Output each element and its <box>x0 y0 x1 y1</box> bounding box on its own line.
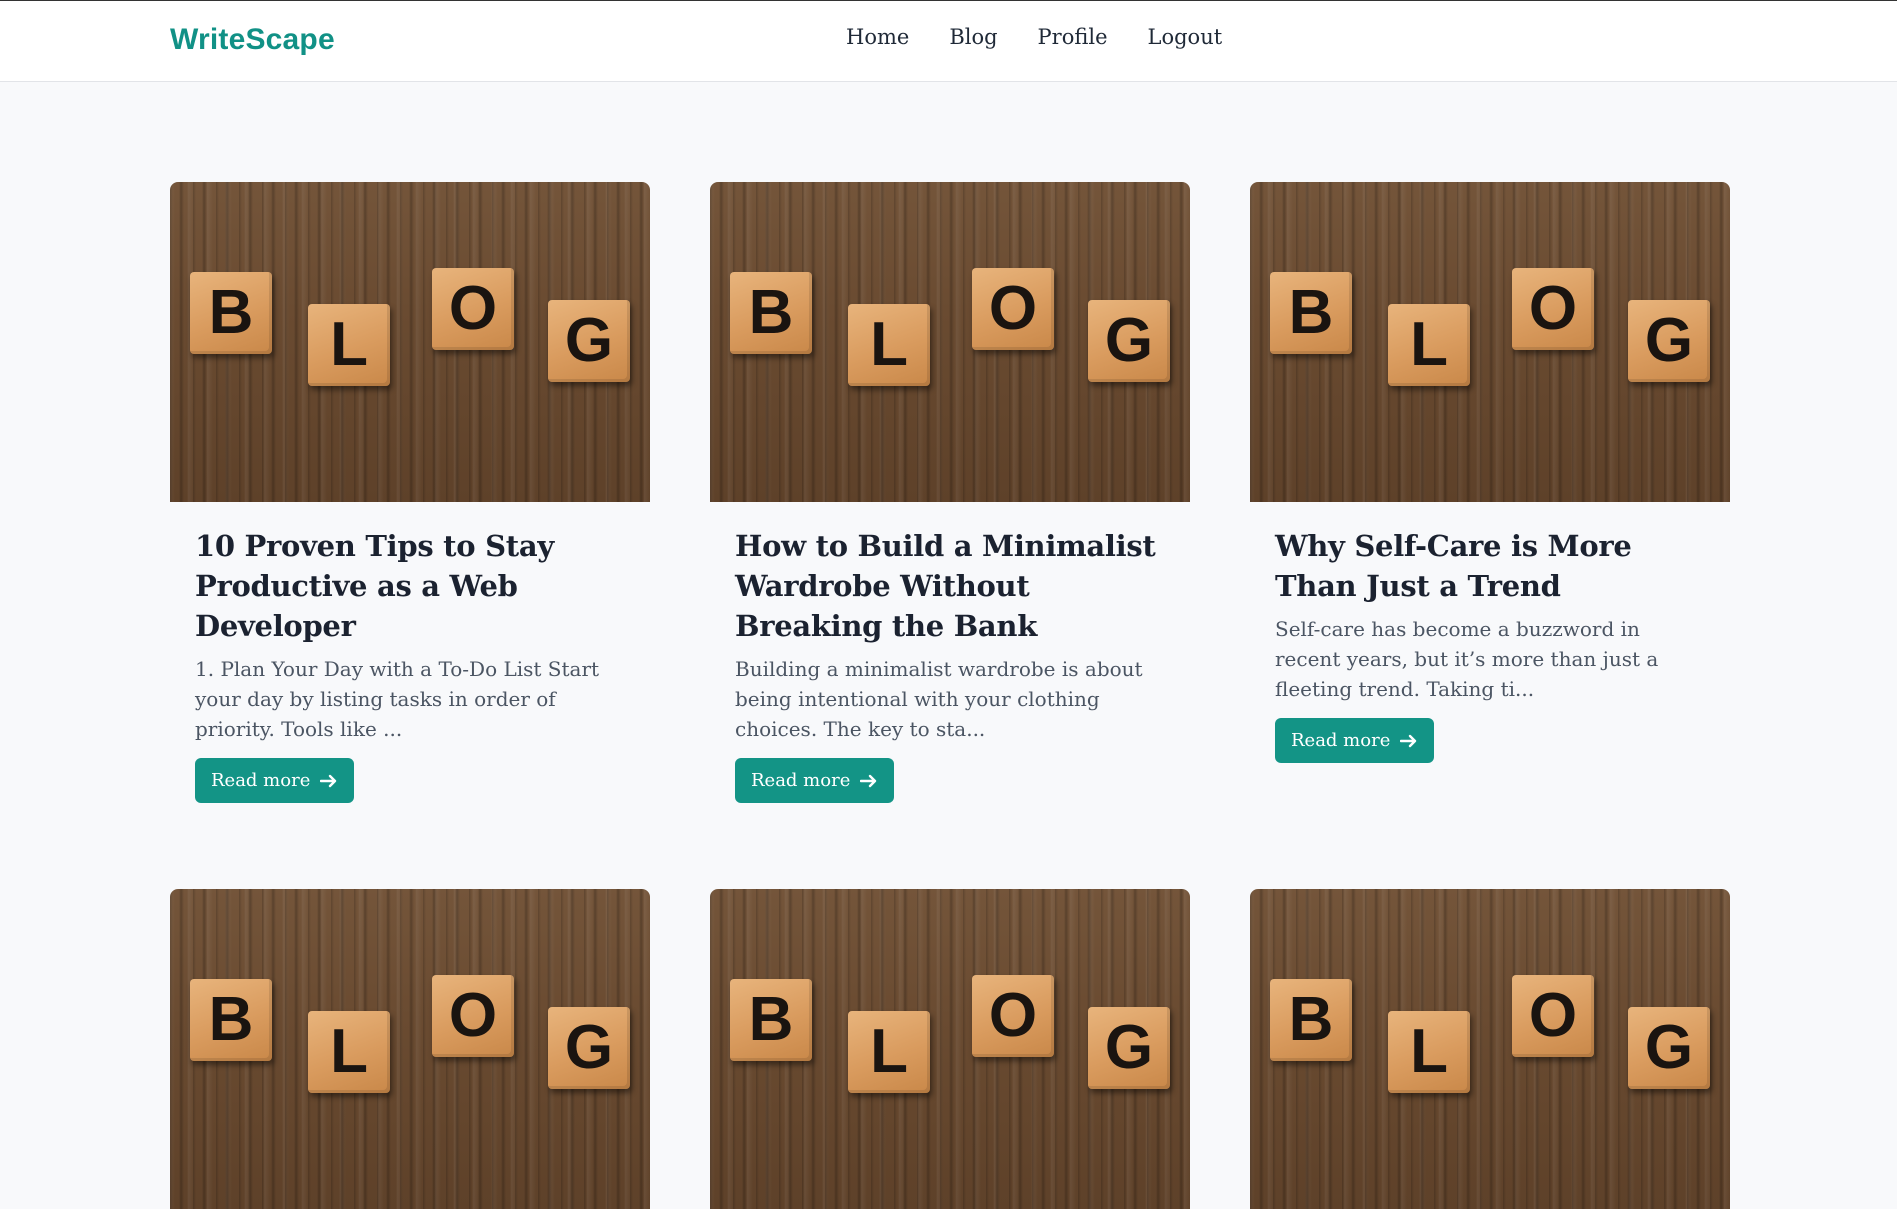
letter-tile: L <box>1388 304 1470 386</box>
letter-tile: B <box>190 979 272 1061</box>
post-image[interactable]: B L O G <box>1250 889 1730 1209</box>
letter-tile: L <box>1388 1011 1470 1093</box>
read-more-label: Read more <box>1291 730 1391 751</box>
letter-tile: L <box>308 1011 390 1093</box>
letter-tile: O <box>1512 975 1594 1057</box>
post-title[interactable]: 10 Proven Tips to Stay Productive as a W… <box>195 526 625 646</box>
post-image[interactable]: B L O G <box>710 889 1190 1209</box>
brand-logo[interactable]: WriteScape <box>170 23 335 57</box>
navbar: WriteScape Home Blog Profile Logout <box>0 1 1897 82</box>
letter-tile: B <box>1270 979 1352 1061</box>
post-card: B L O G <box>1250 889 1730 1209</box>
letter-tile: O <box>972 268 1054 350</box>
letter-tile: G <box>1628 1007 1710 1089</box>
post-card: B L O G Why Self-Care is More Than Just … <box>1250 182 1730 803</box>
arrow-right-icon <box>320 774 337 787</box>
post-excerpt: Self-care has become a buzzword in recen… <box>1275 617 1659 701</box>
letter-tile: O <box>432 268 514 350</box>
post-card: B L O G How to Build a Minimalist Wardro… <box>710 182 1190 803</box>
letter-tile: G <box>548 1007 630 1089</box>
read-more-button[interactable]: Read more <box>195 758 355 803</box>
post-card: B L O G <box>170 889 650 1209</box>
post-grid: B L O G 10 Proven Tips to Stay Productiv… <box>170 182 1730 1209</box>
letter-tile: O <box>432 975 514 1057</box>
main-nav: Home Blog Profile Logout <box>846 25 1222 49</box>
post-image[interactable]: B L O G <box>1250 182 1730 502</box>
letter-tile: L <box>848 1011 930 1093</box>
post-body: 10 Proven Tips to Stay Productive as a W… <box>170 502 650 803</box>
letter-tile: L <box>308 304 390 386</box>
read-more-label: Read more <box>751 770 851 791</box>
letter-tile: B <box>730 272 812 354</box>
arrow-right-icon <box>1400 734 1417 747</box>
letter-tile: B <box>1270 272 1352 354</box>
read-more-button[interactable]: Read more <box>1275 718 1435 763</box>
letter-tile: B <box>730 979 812 1061</box>
letter-tile: G <box>548 300 630 382</box>
post-excerpt: Building a minimalist wardrobe is about … <box>735 657 1143 741</box>
post-image[interactable]: B L O G <box>170 182 650 502</box>
letter-tile: L <box>848 304 930 386</box>
read-more-button[interactable]: Read more <box>735 758 895 803</box>
post-title[interactable]: How to Build a Minimalist Wardrobe Witho… <box>735 526 1165 646</box>
arrow-right-icon <box>860 774 877 787</box>
nav-home-link[interactable]: Home <box>846 25 909 49</box>
post-body: Why Self-Care is More Than Just a Trend … <box>1250 502 1730 763</box>
read-more-label: Read more <box>211 770 311 791</box>
letter-tile: G <box>1088 300 1170 382</box>
post-image[interactable]: B L O G <box>170 889 650 1209</box>
post-card: B L O G <box>710 889 1190 1209</box>
post-image[interactable]: B L O G <box>710 182 1190 502</box>
post-excerpt: 1. Plan Your Day with a To-Do List Start… <box>195 657 600 741</box>
letter-tile: B <box>190 272 272 354</box>
post-title[interactable]: Why Self-Care is More Than Just a Trend <box>1275 526 1705 606</box>
letter-tile: O <box>1512 268 1594 350</box>
nav-blog-link[interactable]: Blog <box>949 25 997 49</box>
nav-logout-link[interactable]: Logout <box>1148 25 1223 49</box>
letter-tile: G <box>1628 300 1710 382</box>
post-body: How to Build a Minimalist Wardrobe Witho… <box>710 502 1190 803</box>
nav-profile-link[interactable]: Profile <box>1038 25 1108 49</box>
letter-tile: O <box>972 975 1054 1057</box>
post-card: B L O G 10 Proven Tips to Stay Productiv… <box>170 182 650 803</box>
letter-tile: G <box>1088 1007 1170 1089</box>
